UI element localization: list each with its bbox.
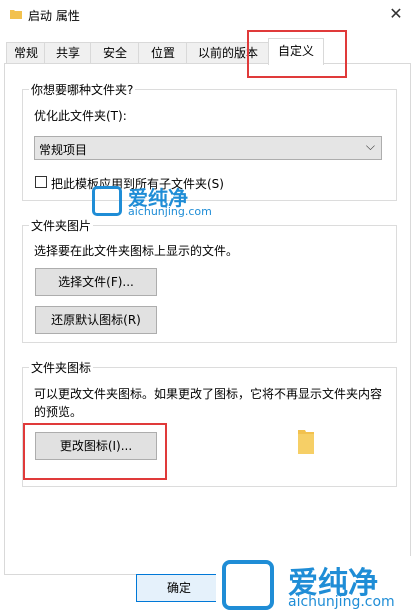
- tab-strip: 常规 共享 安全 位置 以前的版本 自定义: [4, 38, 414, 65]
- optimize-select[interactable]: 常规项目 ⌵: [34, 136, 382, 160]
- watermark-url: aichunjing.com: [128, 205, 212, 218]
- optimize-select-value: 常规项目: [39, 143, 88, 157]
- window-title: 启动 属性: [28, 9, 80, 23]
- ok-button[interactable]: 确定: [136, 574, 222, 602]
- folder-icons-description-line1: 可以更改文件夹图标。如果更改了图标，它将不再显示文件夹内容: [34, 387, 383, 401]
- change-icon-button[interactable]: 更改图标(I)...: [35, 432, 157, 460]
- folder-icon: [298, 430, 314, 454]
- tab-general[interactable]: 常规: [6, 42, 46, 64]
- folder-icons-title: 文件夹图标: [29, 359, 94, 376]
- tab-location[interactable]: 位置: [138, 42, 188, 64]
- folder-icon: [10, 10, 22, 19]
- tab-sharing[interactable]: 共享: [44, 42, 92, 64]
- restore-default-button[interactable]: 还原默认图标(R): [35, 306, 157, 334]
- folder-pictures-title: 文件夹图片: [29, 217, 94, 234]
- tab-previous-versions[interactable]: 以前的版本: [186, 42, 270, 64]
- folder-type-group-title: 你想要哪种文件夹?: [29, 81, 136, 98]
- folder-pictures-description: 选择要在此文件夹图标上显示的文件。: [34, 244, 239, 258]
- watermark-url-large: aichunjing.com: [288, 594, 395, 610]
- apply-template-checkbox[interactable]: [35, 176, 47, 188]
- tab-security[interactable]: 安全: [90, 42, 140, 64]
- watermark-large: 爱纯净 aichunjing.com: [216, 556, 416, 614]
- choose-file-button[interactable]: 选择文件(F)...: [35, 268, 157, 296]
- watermark-logo-icon: [222, 560, 274, 610]
- watermark-small: 爱纯净 aichunjing.com: [92, 182, 222, 222]
- chevron-down-icon: ⌵: [365, 139, 375, 153]
- watermark-logo-icon: [92, 186, 122, 216]
- title-bar: 启动 属性 ✕: [0, 0, 416, 30]
- optimize-label: 优化此文件夹(T):: [34, 109, 127, 123]
- close-button[interactable]: ✕: [376, 0, 416, 30]
- folder-icons-description-line2: 的预览。: [34, 405, 83, 419]
- tab-customize[interactable]: 自定义: [268, 38, 324, 65]
